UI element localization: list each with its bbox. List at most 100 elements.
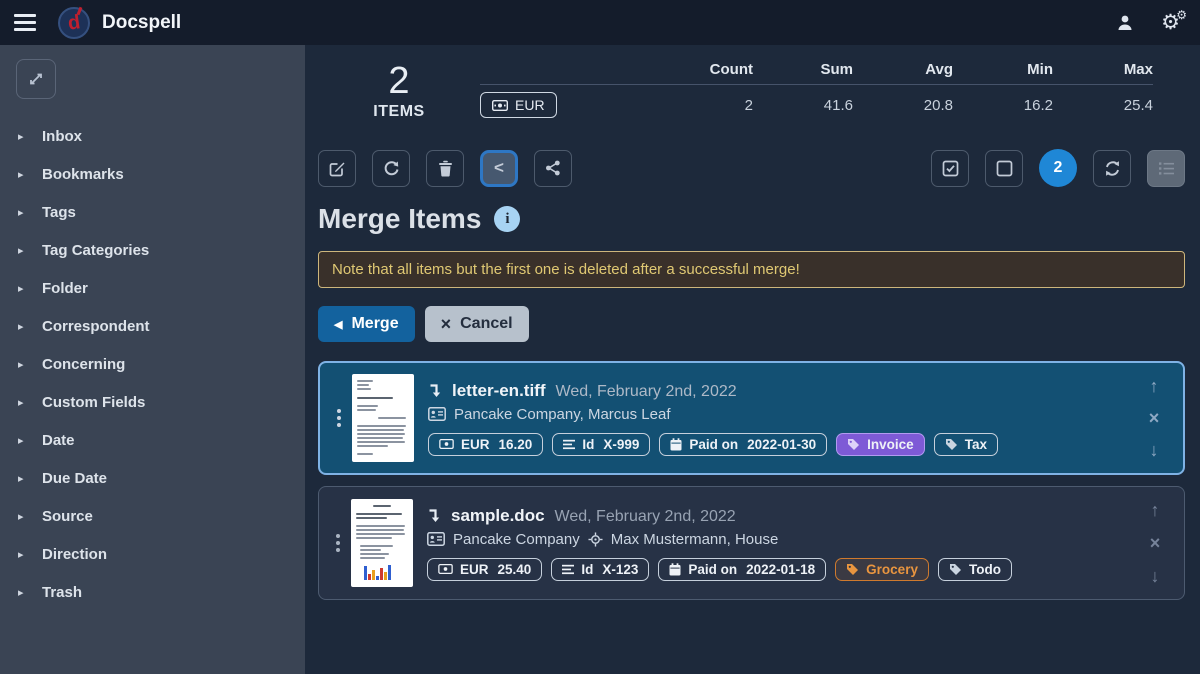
list-view-button[interactable] bbox=[1147, 150, 1185, 187]
tag-icon bbox=[949, 563, 962, 576]
stats-col-max: Max bbox=[1053, 61, 1153, 78]
paid-date-badge: Paid on 2022-01-30 bbox=[659, 433, 827, 456]
settings-gears-icon[interactable]: ⚙⚙ bbox=[1161, 12, 1180, 33]
edit-pencil-icon bbox=[329, 160, 346, 177]
sidebar-item-date[interactable]: ▸Date bbox=[0, 421, 305, 459]
paid-date-badge: Paid on 2022-01-18 bbox=[658, 558, 826, 581]
stats-val-max: 25.4 bbox=[1053, 97, 1153, 114]
caret-right-icon: ▸ bbox=[18, 130, 26, 143]
move-up-icon[interactable]: ↑ bbox=[1150, 377, 1159, 395]
sidebar: ▸Inbox ▸Bookmarks ▸Tags ▸Tag Categories … bbox=[0, 45, 305, 674]
sidebar-filter-list: ▸Inbox ▸Bookmarks ▸Tags ▸Tag Categories … bbox=[0, 117, 305, 611]
tag-badge-tax[interactable]: Tax bbox=[934, 433, 998, 456]
sidebar-item-concerning[interactable]: ▸Concerning bbox=[0, 345, 305, 383]
hamburger-menu-icon[interactable] bbox=[14, 14, 36, 31]
calendar-icon bbox=[670, 438, 682, 451]
amount-badge: EUR 25.40 bbox=[427, 558, 542, 581]
drag-handle-icon[interactable] bbox=[325, 534, 351, 552]
money-bill-icon bbox=[492, 100, 508, 111]
checked-checkbox-icon bbox=[942, 160, 959, 177]
caret-right-icon: ▸ bbox=[18, 320, 26, 333]
sidebar-item-custom-fields[interactable]: ▸Custom Fields bbox=[0, 383, 305, 421]
stats-val-sum: 41.6 bbox=[753, 97, 853, 114]
stats-val-avg: 20.8 bbox=[853, 97, 953, 114]
merge-chevron-icon: < bbox=[494, 158, 504, 178]
share-button[interactable] bbox=[534, 150, 572, 187]
caret-right-icon: ▸ bbox=[18, 510, 26, 523]
select-all-button[interactable] bbox=[931, 150, 969, 187]
item-filename[interactable]: sample.doc bbox=[451, 506, 545, 526]
app-title: Docspell bbox=[102, 12, 181, 34]
refresh-selection-button[interactable] bbox=[1093, 150, 1131, 187]
item-date: Wed, February 2nd, 2022 bbox=[555, 508, 736, 526]
sidebar-item-correspondent[interactable]: ▸Correspondent bbox=[0, 307, 305, 345]
id-badge: Id X-999 bbox=[552, 433, 650, 456]
stats-val-count: 2 bbox=[590, 97, 753, 114]
sidebar-item-trash[interactable]: ▸Trash bbox=[0, 573, 305, 611]
merge-item-card-sample[interactable]: sample.doc Wed, February 2nd, 2022 Panca… bbox=[318, 486, 1185, 600]
stats-col-sum: Sum bbox=[753, 61, 853, 78]
main-content: 2 ITEMS Count Sum Avg Min Max bbox=[305, 45, 1200, 674]
money-bill-icon bbox=[439, 439, 454, 449]
selected-count-badge[interactable]: 2 bbox=[1039, 149, 1077, 187]
tag-badge-invoice[interactable]: Invoice bbox=[836, 433, 925, 456]
merge-button[interactable]: ◀ Merge bbox=[318, 306, 415, 342]
stats-col-min: Min bbox=[953, 61, 1053, 78]
move-down-icon[interactable]: ↓ bbox=[1151, 567, 1160, 585]
redo-icon bbox=[383, 160, 400, 177]
level-down-icon bbox=[427, 508, 441, 523]
stats-summary: 2 ITEMS Count Sum Avg Min Max bbox=[318, 55, 1185, 125]
item-filename[interactable]: letter-en.tiff bbox=[452, 381, 546, 401]
lines-icon bbox=[563, 439, 575, 450]
deselect-all-button[interactable] bbox=[985, 150, 1023, 187]
sidebar-item-direction[interactable]: ▸Direction bbox=[0, 535, 305, 573]
sidebar-item-folder[interactable]: ▸Folder bbox=[0, 269, 305, 307]
stats-col-avg: Avg bbox=[853, 61, 953, 78]
document-thumbnail bbox=[352, 374, 414, 462]
merge-item-card-letter-en[interactable]: letter-en.tiff Wed, February 2nd, 2022 P… bbox=[318, 361, 1185, 475]
item-count-number: 2 bbox=[318, 61, 480, 103]
cancel-button[interactable]: × Cancel bbox=[425, 306, 529, 342]
document-thumbnail bbox=[351, 499, 413, 587]
currency-badge: EUR bbox=[480, 92, 557, 118]
item-date: Wed, February 2nd, 2022 bbox=[556, 383, 737, 401]
sidebar-item-due-date[interactable]: ▸Due Date bbox=[0, 459, 305, 497]
share-alt-icon bbox=[545, 160, 561, 176]
expand-sidebar-button[interactable] bbox=[16, 59, 56, 99]
item-toolbar: < bbox=[318, 149, 1185, 187]
sidebar-item-inbox[interactable]: ▸Inbox bbox=[0, 117, 305, 155]
remove-item-icon[interactable]: × bbox=[1150, 534, 1161, 552]
delete-button[interactable] bbox=[426, 150, 464, 187]
brand[interactable]: d Docspell bbox=[58, 7, 181, 39]
caret-right-icon: ▸ bbox=[18, 358, 26, 371]
user-icon[interactable] bbox=[1115, 13, 1135, 33]
back-triangle-icon: ◀ bbox=[334, 318, 342, 331]
sidebar-item-bookmarks[interactable]: ▸Bookmarks bbox=[0, 155, 305, 193]
trash-icon bbox=[438, 160, 453, 177]
stats-table: Count Sum Avg Min Max E bbox=[480, 55, 1185, 125]
caret-right-icon: ▸ bbox=[18, 548, 26, 561]
sidebar-item-tag-categories[interactable]: ▸Tag Categories bbox=[0, 231, 305, 269]
tag-badge-grocery[interactable]: Grocery bbox=[835, 558, 929, 581]
tag-badge-todo[interactable]: Todo bbox=[938, 558, 1012, 581]
caret-right-icon: ▸ bbox=[18, 244, 26, 257]
sidebar-item-source[interactable]: ▸Source bbox=[0, 497, 305, 535]
docspell-logo-icon: d bbox=[58, 7, 90, 39]
remove-item-icon[interactable]: × bbox=[1149, 409, 1160, 427]
tag-icon bbox=[846, 563, 859, 576]
info-icon[interactable]: i bbox=[494, 206, 520, 232]
caret-right-icon: ▸ bbox=[18, 472, 26, 485]
money-bill-icon bbox=[438, 564, 453, 574]
page-title: Merge Items bbox=[318, 203, 481, 235]
thumbnail-chart bbox=[364, 564, 408, 580]
lines-icon bbox=[562, 564, 574, 575]
reload-button[interactable] bbox=[372, 150, 410, 187]
drag-handle-icon[interactable] bbox=[326, 409, 352, 427]
move-up-icon[interactable]: ↑ bbox=[1151, 501, 1160, 519]
item-concerning: Max Mustermann, House bbox=[611, 531, 779, 548]
move-down-icon[interactable]: ↓ bbox=[1150, 441, 1159, 459]
level-down-icon bbox=[428, 383, 442, 398]
merge-mode-button[interactable]: < bbox=[480, 150, 518, 187]
sidebar-item-tags[interactable]: ▸Tags bbox=[0, 193, 305, 231]
edit-button[interactable] bbox=[318, 150, 356, 187]
